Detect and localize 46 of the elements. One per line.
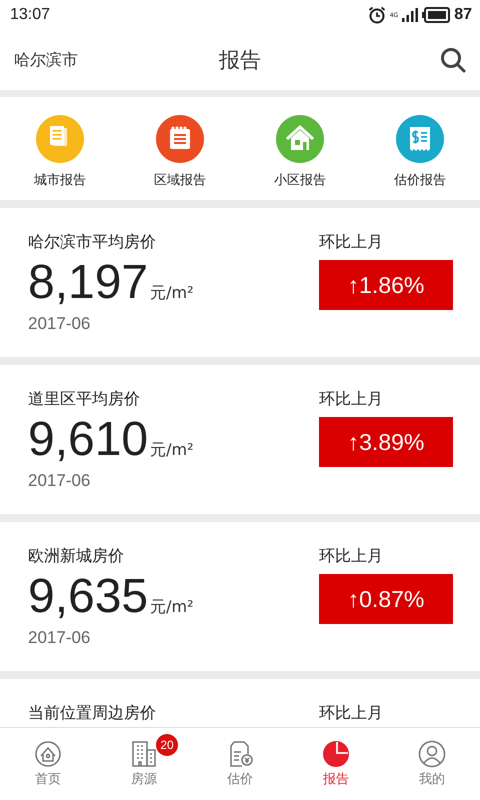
status-time: 13:07 <box>10 6 50 24</box>
card-title: 欧洲新城房价 <box>28 545 125 567</box>
price-card[interactable]: 道里区平均房价 9,610 元/m² 2017-06 环比上月 ↑3.89% <box>0 365 480 514</box>
change-badge: ↑1.86% <box>319 260 453 310</box>
battery-level: 87 <box>454 6 472 24</box>
count-badge: 20 <box>156 734 178 756</box>
card-title: 当前位置周边房价 <box>28 702 156 724</box>
compare-label: 环比上月 <box>319 545 384 567</box>
home-icon <box>34 740 62 768</box>
tab-item[interactable]: 首页 <box>0 728 96 800</box>
price-unit: 元/m² <box>150 440 194 461</box>
change-badge: ↑3.89% <box>319 417 453 467</box>
report-shortcut[interactable]: 城市报告 <box>0 97 120 200</box>
average-price: 8,197 <box>28 256 148 310</box>
building-icon <box>130 740 158 768</box>
card-title: 道里区平均房价 <box>28 388 141 410</box>
alarm-icon <box>368 6 386 24</box>
signal-icon <box>402 8 418 22</box>
report-date: 2017-06 <box>28 314 92 334</box>
search-icon[interactable] <box>440 47 466 73</box>
report-date: 2017-06 <box>28 471 92 491</box>
average-price: 9,610 <box>28 413 148 467</box>
report-date: 2017-06 <box>28 628 92 648</box>
compare-label: 环比上月 <box>319 388 384 410</box>
price-unit: 元/m² <box>150 283 194 304</box>
compare-label: 环比上月 <box>319 231 384 253</box>
pie-chart-icon <box>322 740 350 768</box>
change-badge: ↑0.87% <box>319 574 453 624</box>
tab-item[interactable]: 房源 20 <box>96 728 192 800</box>
report-shortcut[interactable]: 估价报告 <box>360 97 480 200</box>
price-card[interactable]: 当前位置周边房价 环比上月 <box>0 679 480 727</box>
average-price: 9,635 <box>28 570 148 624</box>
price-card[interactable]: 欧洲新城房价 9,635 元/m² 2017-06 环比上月 ↑0.87% <box>0 522 480 671</box>
tab-item[interactable]: 估价 <box>192 728 288 800</box>
city-selector[interactable]: 哈尔滨市 <box>14 50 104 70</box>
price-unit: 元/m² <box>150 597 194 618</box>
page-title: 报告 <box>219 47 261 74</box>
card-title: 哈尔滨市平均房价 <box>28 231 157 253</box>
report-shortcut[interactable]: 小区报告 <box>240 97 360 200</box>
price-card[interactable]: 哈尔滨市平均房价 8,197 元/m² 2017-06 环比上月 ↑1.86% <box>0 208 480 357</box>
compare-label: 环比上月 <box>319 702 384 724</box>
tab-item[interactable]: 我的 <box>384 728 480 800</box>
tab-item[interactable]: 报告 <box>288 728 384 800</box>
profile-icon <box>418 740 446 768</box>
battery-icon <box>422 7 450 23</box>
report-shortcut[interactable]: 区域报告 <box>120 97 240 200</box>
